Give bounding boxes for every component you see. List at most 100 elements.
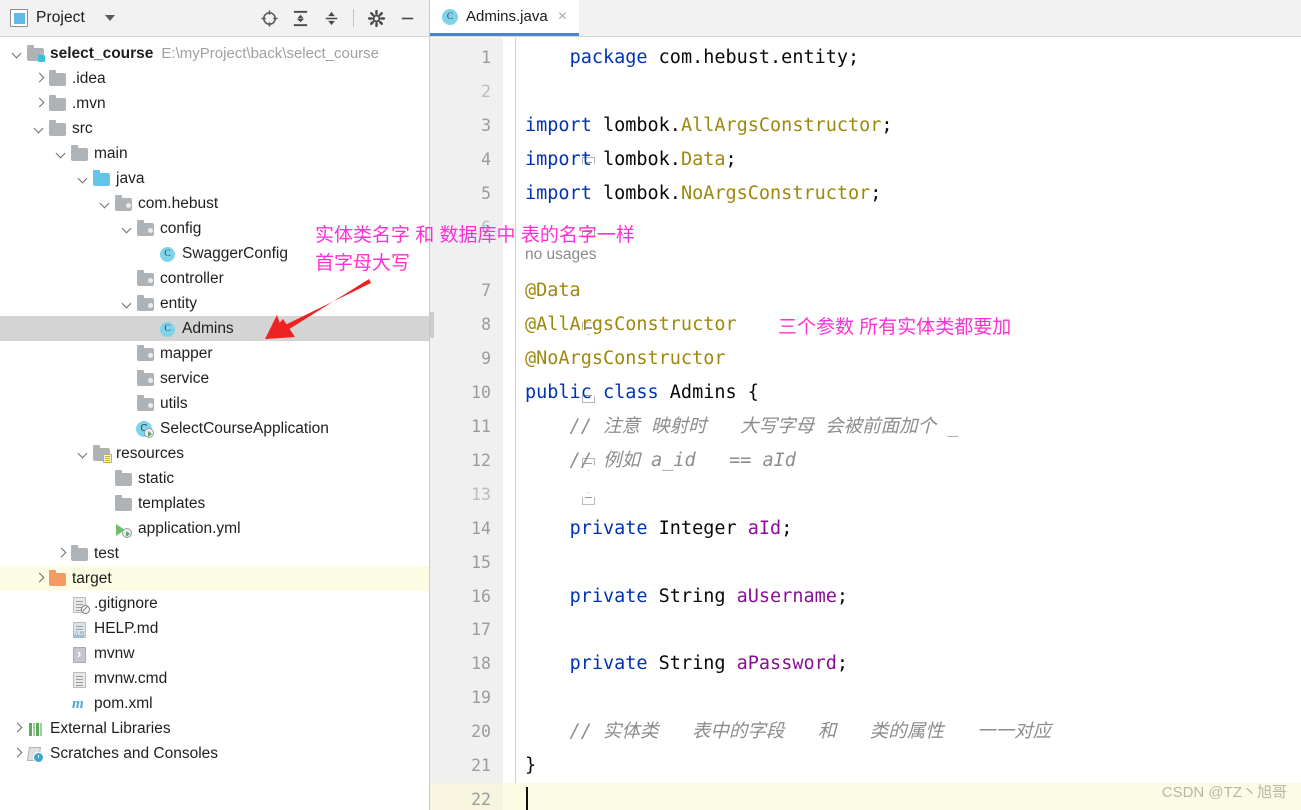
project-toolbar-left[interactable]: Project — [10, 9, 115, 27]
code-line-3[interactable]: import lombok.AllArgsConstructor; — [525, 109, 893, 143]
collapse-all-icon[interactable] — [317, 4, 345, 32]
tree-node-label: controller — [160, 269, 224, 287]
code-token: import — [525, 148, 592, 170]
tree-node-mvnw-cmd[interactable]: mvnw.cmd — [0, 666, 429, 691]
chevron-down-icon[interactable] — [104, 15, 115, 21]
code-token: } — [525, 755, 537, 776]
chevron-down-icon[interactable] — [120, 296, 136, 312]
minimize-icon[interactable] — [393, 4, 421, 32]
chevron-right-icon[interactable] — [54, 546, 70, 562]
tree-node-help-md[interactable]: HELP.md — [0, 616, 429, 641]
tree-node-scratches-and-consoles[interactable]: Scratches and Consoles — [0, 741, 429, 766]
chevron-right-icon[interactable] — [32, 71, 48, 87]
code-line-14[interactable]: private Integer aId; — [525, 512, 793, 546]
line-number: 16 — [471, 586, 491, 606]
tree-node-service[interactable]: service — [0, 366, 429, 391]
code-token: ; — [881, 114, 893, 136]
editor-gutter[interactable]: 1 2 3 4 5 6 7 8 9 10 11 12 13 14 15 16 17 18 19 20 21 22 — [430, 38, 503, 810]
tree-node-mapper[interactable]: mapper — [0, 341, 429, 366]
fold-end-icon[interactable] — [582, 491, 595, 505]
tree-node-label: service — [160, 369, 210, 387]
line-number: 5 — [481, 183, 491, 203]
tree-node-static[interactable]: static — [0, 466, 429, 491]
gear-icon[interactable] — [362, 4, 390, 32]
tree-node-target[interactable]: target — [0, 566, 429, 591]
tree-node-label: target — [72, 569, 112, 587]
tree-node-admins[interactable]: C Admins — [0, 316, 429, 341]
tree-node-idea[interactable]: .idea — [0, 66, 429, 91]
tree-node-main[interactable]: main — [0, 141, 429, 166]
locate-target-icon[interactable] — [255, 4, 283, 32]
code-line-11[interactable]: // 注意 映射时 大写字母 会被前面加个 _ — [525, 410, 959, 444]
inlay-hint-no-usages[interactable]: no usages — [525, 240, 597, 270]
tree-node-select-course[interactable]: select_course E:\myProject\back\select_co… — [0, 41, 429, 66]
code-line-9[interactable]: @NoArgsConstructor — [525, 342, 725, 376]
tree-node-selectcourseapplication[interactable]: C SelectCourseApplication — [0, 416, 429, 441]
code-line-1[interactable]: package com.hebust.entity; — [525, 41, 860, 75]
tree-node-java[interactable]: java — [0, 166, 429, 191]
folder-icon — [49, 94, 67, 113]
tree-node-application-yml[interactable]: application.yml — [0, 516, 429, 541]
code-line-21[interactable]: } — [525, 749, 536, 783]
tree-node-test[interactable]: test — [0, 541, 429, 566]
tree-node-label: .gitignore — [94, 594, 158, 612]
tree-node-swaggerconfig[interactable]: C SwaggerConfig — [0, 241, 429, 266]
code-line-7[interactable]: @Data — [525, 274, 581, 308]
tab-label: Admins.java — [466, 8, 548, 25]
tree-node-pom-xml[interactable]: m pom.xml — [0, 691, 429, 716]
tree-node-src[interactable]: src — [0, 116, 429, 141]
code-line-20[interactable]: // 实体类 表中的字段 和 类的属性 一一对应 — [525, 715, 1052, 749]
tree-node-resources[interactable]: resources — [0, 441, 429, 466]
code-line-12[interactable]: // 例如 a_id == aId — [525, 444, 796, 478]
chevron-down-icon[interactable] — [76, 171, 92, 187]
tree-node-mvnw[interactable]: mvnw — [0, 641, 429, 666]
tree-node-entity[interactable]: entity — [0, 291, 429, 316]
tree-node-controller[interactable]: controller — [0, 266, 429, 291]
code-token: package — [569, 47, 648, 68]
tree-node-utils[interactable]: utils — [0, 391, 429, 416]
chevron-right-icon[interactable] — [10, 721, 26, 737]
chevron-down-icon[interactable] — [120, 221, 136, 237]
code-line-18[interactable]: private String aPassword; — [525, 647, 848, 681]
chevron-down-icon[interactable] — [76, 446, 92, 462]
tree-node-gitignore[interactable]: .gitignore — [0, 591, 429, 616]
chevron-right-icon[interactable] — [10, 746, 26, 762]
script-file-icon — [71, 645, 89, 663]
chevron-right-icon[interactable] — [32, 96, 48, 112]
chevron-down-icon[interactable] — [54, 146, 70, 162]
chevron-right-icon[interactable] — [32, 571, 48, 587]
tree-node-templates[interactable]: templates — [0, 491, 429, 516]
project-panel-icon — [10, 9, 28, 27]
code-line-10[interactable]: public class Admins { — [525, 376, 759, 410]
tree-node-external-libraries[interactable]: External Libraries — [0, 716, 429, 741]
tree-node-label: static — [138, 469, 175, 487]
code-line-4[interactable]: import lombok.Data; — [525, 143, 737, 177]
tree-node-config[interactable]: config — [0, 216, 429, 241]
package-icon — [137, 369, 155, 388]
code-token: // 实体类 表中的字段 和 类的属性 一一对应 — [525, 721, 1052, 743]
ignored-file-icon — [71, 595, 90, 614]
chevron-down-icon[interactable] — [98, 196, 114, 212]
project-tree[interactable]: select_course E:\myProject\back\select_co… — [0, 37, 429, 810]
tab-admins-java[interactable]: C Admins.java × — [430, 0, 580, 36]
code-line-5[interactable]: import lombok.NoArgsConstructor; — [525, 177, 881, 211]
changed-lines-marker[interactable] — [430, 312, 434, 339]
editor-fold-strip[interactable] — [503, 38, 595, 810]
chevron-down-icon[interactable] — [32, 121, 48, 137]
close-icon[interactable]: × — [556, 8, 569, 25]
fold-end-icon[interactable] — [582, 224, 595, 238]
spring-boot-class-icon: C — [136, 420, 155, 438]
folder-icon — [71, 544, 89, 563]
java-class-icon: C — [159, 320, 177, 338]
expand-all-icon[interactable] — [286, 4, 314, 32]
code-token: aPassword — [736, 653, 837, 675]
code-line-8[interactable]: @AllArgsConstructor — [525, 308, 737, 342]
tree-node-com-hebust[interactable]: com.hebust — [0, 191, 429, 216]
code-line-16[interactable]: private String aUsername; — [525, 580, 848, 614]
chevron-down-icon[interactable] — [10, 46, 26, 62]
code-token: String — [647, 585, 737, 607]
tree-node-mvn[interactable]: .mvn — [0, 91, 429, 116]
